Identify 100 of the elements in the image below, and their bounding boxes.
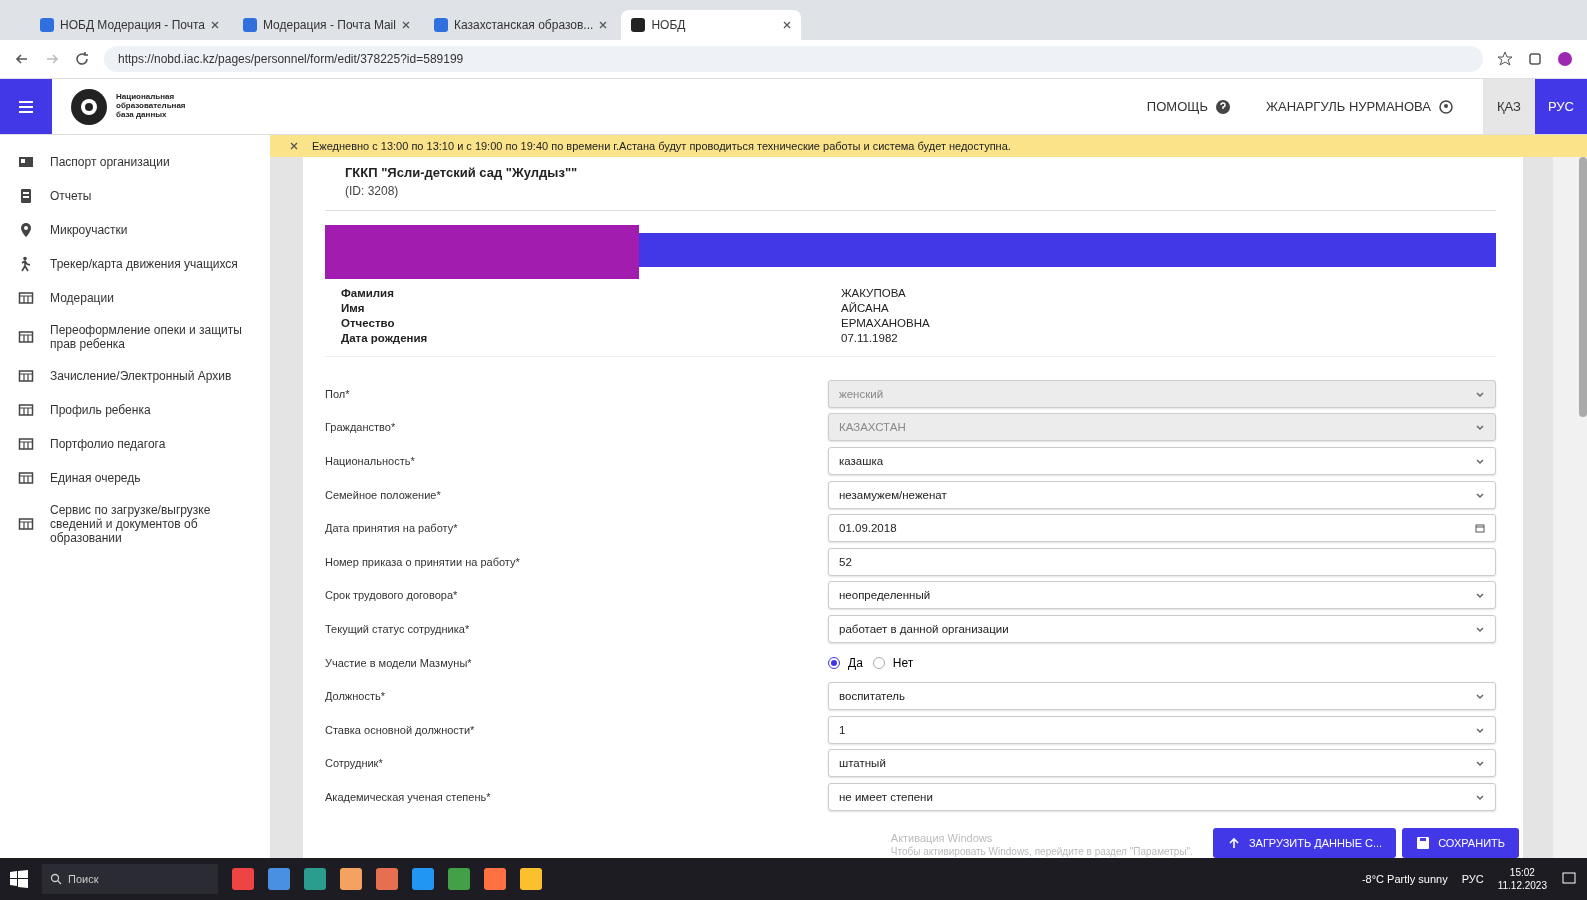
upload-button[interactable]: ЗАГРУЗИТЬ ДАННЫЕ С... [1212, 828, 1397, 858]
page-icon [40, 18, 54, 32]
table-icon [18, 368, 34, 384]
page-icon [242, 18, 257, 32]
sidebar-item[interactable]: Трекер/карта движения учащихся [0, 247, 270, 281]
taskbar-search[interactable]: Поиск [42, 864, 218, 894]
dropdown-field[interactable]: штатный [828, 749, 1496, 778]
browser-tab[interactable]: НОБД [621, 10, 802, 40]
info-label: Дата рождения [341, 332, 429, 344]
radio-option[interactable]: Нет [872, 655, 914, 670]
menu-icon [19, 100, 33, 113]
table-icon [18, 516, 34, 532]
chevron-down-icon [1475, 691, 1485, 702]
weather-text: -8°C Partly sunny [1361, 873, 1448, 885]
save-button[interactable]: СОХРАНИТЬ [1402, 828, 1519, 858]
sidebar-item[interactable]: Портфолио педагога [0, 427, 270, 461]
sidebar-item[interactable]: Зачисление/Электронный Архив [0, 359, 270, 393]
profile-icon[interactable] [1557, 51, 1573, 67]
language-indicator[interactable]: РУС [1461, 873, 1484, 885]
field-label: Академическая ученая степень* [325, 790, 492, 803]
calendar-icon [1475, 523, 1485, 534]
info-value: АЙСАНА [841, 302, 890, 314]
table-icon [18, 436, 34, 452]
menu-button[interactable] [0, 79, 52, 134]
language-button[interactable]: ҚАЗ [1483, 79, 1535, 134]
field-label: Семейное положение* [325, 488, 442, 501]
dropdown-field[interactable]: 1 [828, 715, 1496, 744]
user-icon [1439, 99, 1453, 114]
address-field[interactable]: https://nobd.iac.kz/pages/personnel/form/edit/378225?id=589199 [104, 46, 1483, 72]
chevron-down-icon [1475, 590, 1485, 601]
logo-text: Национальная образовательная база данных [116, 93, 187, 120]
page-icon [631, 18, 646, 32]
close-icon[interactable] [599, 21, 608, 29]
field-label: Пол* [325, 387, 351, 400]
taskbar-clock[interactable]: 15:02 11.12.2023 [1497, 866, 1547, 892]
info-value: ЕРМАХАНОВНА [841, 317, 931, 329]
dropdown-field[interactable]: не имеет степени [828, 782, 1496, 811]
sidebar-item[interactable]: Единая очередь [0, 461, 270, 495]
dropdown-field[interactable]: незамужем/неженат [828, 480, 1496, 509]
field-label: Участие в модели Мазмуны* [325, 656, 473, 669]
radio-option[interactable]: Да [828, 655, 863, 670]
emblem-icon [70, 87, 108, 126]
dropdown-field[interactable]: воспитатель [828, 682, 1496, 711]
close-icon[interactable] [290, 142, 298, 150]
close-icon[interactable] [210, 21, 219, 29]
table-icon [18, 329, 34, 345]
close-icon[interactable] [783, 21, 792, 29]
table-icon [18, 470, 34, 486]
help-icon [1215, 99, 1230, 114]
save-icon [1416, 836, 1431, 850]
user-menu[interactable]: ЖАНАРГУЛЬ НУРМАНОВА [1259, 79, 1459, 134]
browser-tab[interactable]: Модерация - Почта Mail [232, 10, 420, 40]
table-icon [18, 290, 34, 306]
field-label: Номер приказа о принятии на работу* [325, 555, 521, 568]
chevron-down-icon [1475, 456, 1485, 466]
info-label: Имя [341, 302, 366, 314]
sidebar-item[interactable]: Модерации [0, 281, 270, 315]
star-icon[interactable] [1497, 51, 1513, 67]
page-icon [433, 18, 448, 32]
id-card-icon [18, 154, 34, 170]
document-icon [18, 188, 34, 204]
help-link[interactable]: ПОМОЩЬ [1140, 79, 1236, 134]
scrollbar-thumb[interactable] [1579, 157, 1587, 417]
sidebar-item[interactable]: Переоформление опеки и защиты прав ребенка [0, 315, 270, 359]
field-label: Дата принятия на работу* [325, 522, 459, 535]
organization-id: (ID: 3208) [345, 184, 400, 198]
field-label: Должность* [325, 690, 386, 703]
start-icon[interactable] [10, 870, 28, 888]
organization-name: ГККП "Ясли-детский сад "Жулдыз"" [345, 165, 579, 180]
info-label: Фамилия [341, 287, 395, 299]
field-label: Срок трудового договора* [325, 589, 459, 602]
table-icon [18, 402, 34, 418]
chevron-down-icon [1475, 758, 1485, 769]
info-value: 07.11.1982 [841, 332, 899, 344]
field-label: Гражданство* [325, 421, 397, 434]
field-label: Сотрудник* [325, 757, 384, 770]
sidebar-item[interactable]: Отчеты [0, 179, 270, 213]
activation-notice: Активация Windows Чтобы активировать Windows, перейдите в раздел "Параметры". [890, 830, 1193, 858]
notice-banner: Ежедневно с 13:00 по 13:10 и с 19:00 по 19:40 по времени г.Астана будут проводиться технические работы и система будет недоступна. [270, 135, 1587, 157]
input-field[interactable]: 52 [828, 547, 1496, 576]
browser-tab[interactable]: НОБД Модерация - Почта [30, 10, 229, 40]
sidebar-item[interactable]: Микроучастки [0, 213, 270, 247]
dropdown-field[interactable]: неопределенный [828, 581, 1496, 610]
field-label: Текущий статус сотрудника* [325, 622, 471, 635]
field-label: Национальность* [325, 455, 416, 467]
info-label: Отчество [341, 317, 396, 329]
reload-icon[interactable] [74, 51, 90, 67]
sidebar-item[interactable]: Профиль ребенка [0, 393, 270, 427]
search-icon [50, 873, 62, 885]
language-button[interactable]: РУС [1535, 79, 1587, 134]
sidebar-item[interactable]: Сервис по загрузке/выгрузке сведений и документов об образовании [0, 495, 270, 553]
close-icon[interactable] [401, 21, 410, 29]
info-value: ЖАКУПОВА [841, 287, 907, 299]
date-field[interactable]: 01.09.2018 [828, 514, 1496, 543]
dropdown-field[interactable]: казашка [828, 447, 1496, 475]
dropdown-field[interactable]: работает в данной организации [828, 614, 1496, 643]
chevron-down-icon [1475, 422, 1485, 433]
sidebar-item[interactable]: Паспорт организации [0, 145, 270, 179]
location-pin-icon [18, 222, 34, 238]
browser-tab[interactable]: Казахстанская образов... [423, 10, 618, 40]
